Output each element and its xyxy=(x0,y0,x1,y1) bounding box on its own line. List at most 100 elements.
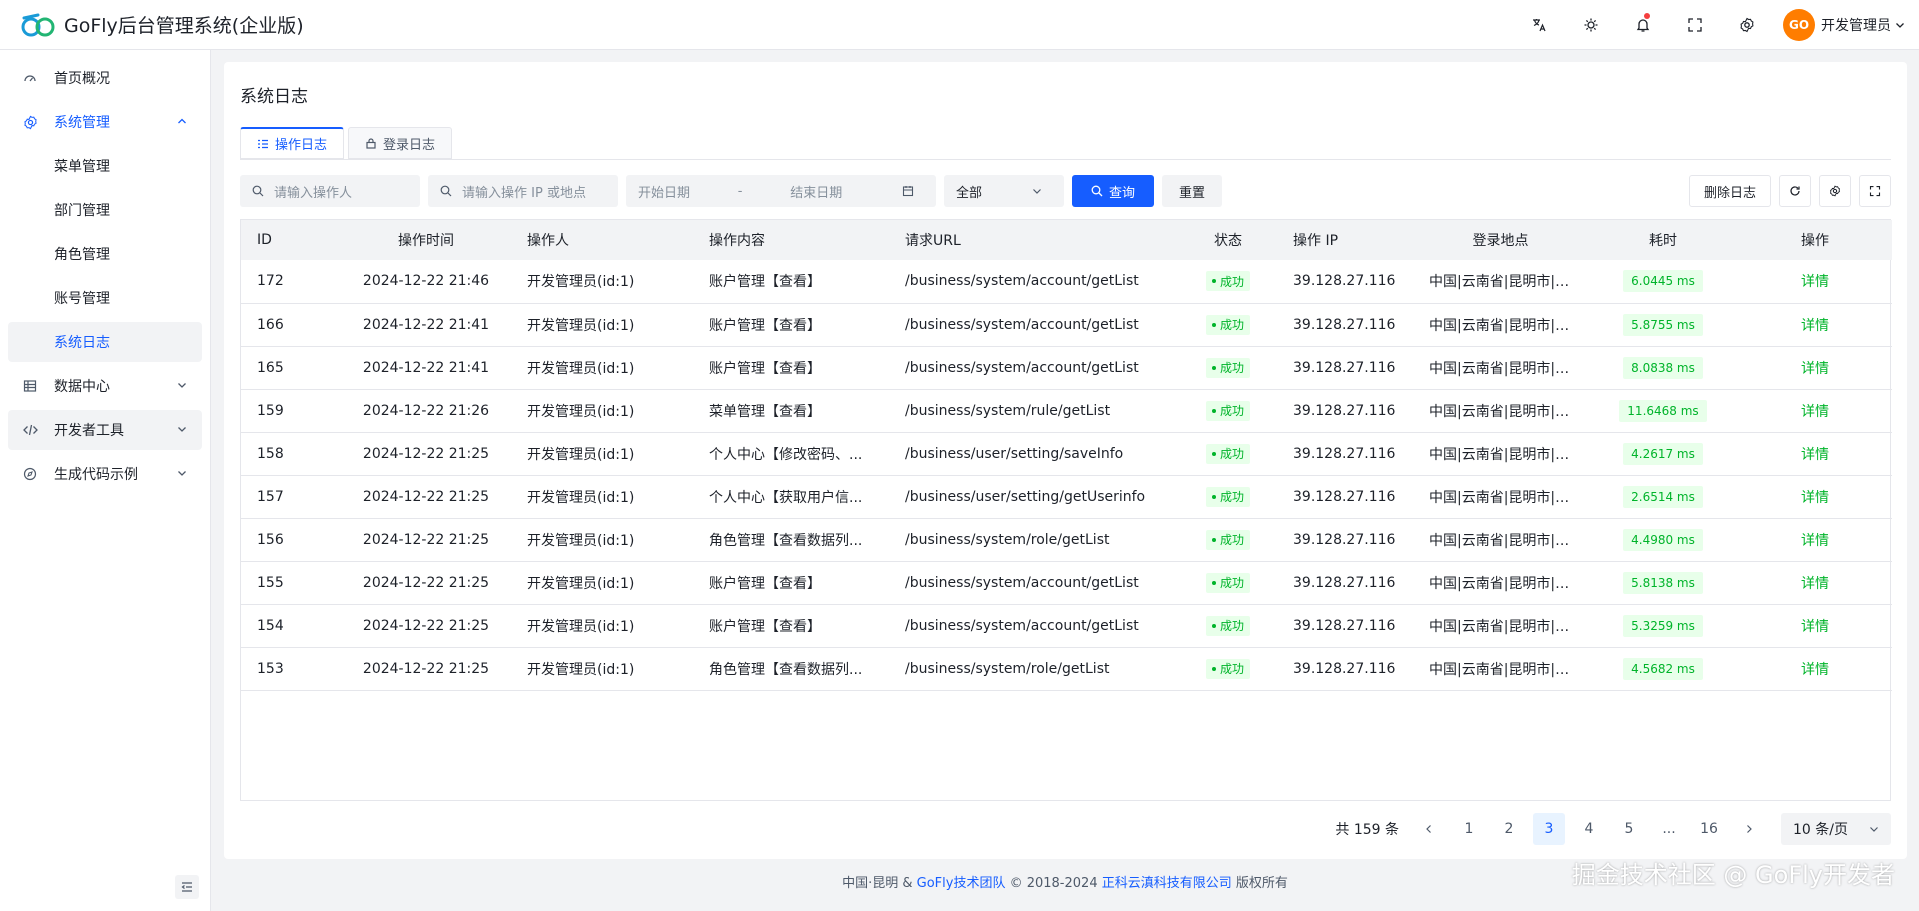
top-header: GoFly后台管理系统(企业版) GO 开发管理员 xyxy=(0,0,1919,50)
cell-ip: 39.128.27.116 xyxy=(1293,617,1396,634)
translate-icon[interactable] xyxy=(1513,0,1565,50)
detail-link[interactable]: 详情 xyxy=(1801,404,1829,420)
sidebar-collapse-button[interactable] xyxy=(175,875,199,899)
operator-search-input[interactable]: 请输入操作人 xyxy=(240,175,420,207)
cell-url: /business/system/account/getList xyxy=(905,359,1139,376)
detail-link[interactable]: 详情 xyxy=(1801,619,1829,635)
fullscreen-icon[interactable] xyxy=(1669,0,1721,50)
refresh-button[interactable] xyxy=(1779,175,1811,207)
ip-search-input[interactable]: 请输入操作 IP 或地点 xyxy=(428,175,618,207)
footer-team-link[interactable]: GoFly技术团队 xyxy=(917,876,1006,891)
page-5[interactable]: 5 xyxy=(1613,813,1645,845)
cell-action: 详情 xyxy=(1738,260,1892,303)
status-badge: 成功 xyxy=(1205,443,1250,464)
page-size-select[interactable]: 10 条/页 xyxy=(1781,813,1891,845)
detail-link[interactable]: 详情 xyxy=(1801,274,1829,290)
status-text: 成功 xyxy=(1219,619,1244,633)
cell-time: 2024-12-22 21:25 xyxy=(362,531,490,548)
table-tools: 删除日志 xyxy=(1688,175,1891,207)
cell-id: 156 xyxy=(257,531,284,548)
cost-tag: 5.3259 ms xyxy=(1623,614,1703,637)
search-button[interactable]: 查询 xyxy=(1072,175,1154,207)
sidebar-item-data-center[interactable]: 数据中心 xyxy=(8,366,202,406)
column-header[interactable]: 操作 xyxy=(1738,220,1892,260)
column-settings-button[interactable] xyxy=(1819,175,1851,207)
sidebar-item-system-log[interactable]: 系统日志 xyxy=(8,322,202,362)
cell-action: 详情 xyxy=(1738,303,1892,346)
search-icon xyxy=(440,185,452,197)
page-ellipsis[interactable]: ... xyxy=(1653,813,1685,845)
app-logo[interactable]: GoFly后台管理系统(企业版) xyxy=(20,10,304,40)
detail-link[interactable]: 详情 xyxy=(1801,361,1829,377)
table-header-row: ID 操作时间 操作人 操作内容 请求URL 状态 操作 IP 登录地点 耗时 … xyxy=(241,220,1892,260)
status-dot xyxy=(1211,365,1216,370)
prev-page-button[interactable] xyxy=(1413,813,1445,845)
page-title: 系统日志 xyxy=(240,87,308,107)
cell-ip: 39.128.27.116 xyxy=(1293,359,1396,376)
detail-link[interactable]: 详情 xyxy=(1801,490,1829,506)
status-badge: 成功 xyxy=(1205,357,1250,378)
tab-operation-log[interactable]: 操作日志 xyxy=(240,127,345,159)
column-header[interactable]: 请求URL xyxy=(889,220,1179,260)
chevron-down-icon xyxy=(178,383,186,388)
bell-icon[interactable] xyxy=(1617,0,1669,50)
cell-status: 成功 xyxy=(1179,389,1277,432)
sidebar-item-role[interactable]: 角色管理 xyxy=(8,234,202,274)
status-select[interactable]: 全部 xyxy=(944,175,1064,207)
cell-cost: 4.4980 ms xyxy=(1588,518,1738,561)
sidebar-item-account[interactable]: 账号管理 xyxy=(8,278,202,318)
column-header[interactable]: 操作内容 xyxy=(693,220,889,260)
sidebar-item-codegen[interactable]: 生成代码示例 xyxy=(8,454,202,494)
cell-url: /business/system/role/getList xyxy=(905,660,1110,677)
cell-cost: 4.5682 ms xyxy=(1588,647,1738,690)
next-page-button[interactable] xyxy=(1733,813,1765,845)
date-range-picker[interactable]: 开始日期 - 结束日期 xyxy=(626,175,936,207)
sidebar-item-home[interactable]: 首页概况 xyxy=(8,58,202,98)
page-2[interactable]: 2 xyxy=(1493,813,1525,845)
cell-content: 账户管理【查看】 xyxy=(709,317,821,334)
cell-content: 个人中心【获取用户信... xyxy=(709,489,863,506)
footer-copyright: © 2018-2024 xyxy=(1009,876,1098,891)
detail-link[interactable]: 详情 xyxy=(1801,318,1829,334)
page-3-current[interactable]: 3 xyxy=(1533,813,1565,845)
sidebar-item-department[interactable]: 部门管理 xyxy=(8,190,202,230)
cell-time: 2024-12-22 21:25 xyxy=(362,617,490,634)
column-header[interactable]: 操作时间 xyxy=(341,220,511,260)
detail-link[interactable]: 详情 xyxy=(1801,533,1829,549)
status-text: 成功 xyxy=(1219,447,1244,461)
theme-icon[interactable] xyxy=(1565,0,1617,50)
column-header[interactable]: 操作人 xyxy=(511,220,693,260)
cell-action: 详情 xyxy=(1738,561,1892,604)
end-date-placeholder: 结束日期 xyxy=(790,185,843,201)
cost-tag: 4.4980 ms xyxy=(1623,528,1703,551)
cell-time: 2024-12-22 21:25 xyxy=(362,574,490,591)
page-1[interactable]: 1 xyxy=(1453,813,1485,845)
table-row: 172 2024-12-22 21:46 开发管理员(id:1) 账户管理【查看】 /b… xyxy=(241,260,1892,303)
refresh-icon xyxy=(1790,186,1800,196)
footer-company-link[interactable]: 正科云滇科技有限公司 xyxy=(1102,876,1232,891)
settings-icon[interactable] xyxy=(1721,0,1773,50)
column-header[interactable]: 状态 xyxy=(1179,220,1277,260)
sidebar-item-system[interactable]: 系统管理 xyxy=(8,102,202,142)
detail-link[interactable]: 详情 xyxy=(1801,447,1829,463)
detail-link[interactable]: 详情 xyxy=(1801,576,1829,592)
column-header[interactable]: ID xyxy=(241,220,341,260)
page-4[interactable]: 4 xyxy=(1573,813,1605,845)
delete-log-button[interactable]: 删除日志 xyxy=(1688,175,1771,207)
table-row: 156 2024-12-22 21:25 开发管理员(id:1) 角色管理【查看数据列… xyxy=(241,518,1892,561)
column-header[interactable]: 登录地点 xyxy=(1413,220,1588,260)
calendar-icon xyxy=(902,186,914,197)
column-header[interactable]: 耗时 xyxy=(1588,220,1738,260)
sidebar-item-menu[interactable]: 菜单管理 xyxy=(8,146,202,186)
page-16[interactable]: 16 xyxy=(1693,813,1725,845)
column-header[interactable]: 操作 IP xyxy=(1277,220,1413,260)
user-menu[interactable]: GO 开发管理员 xyxy=(1783,9,1905,41)
table-fullscreen-button[interactable] xyxy=(1859,175,1891,207)
log-tabs: 操作日志 登录日志 xyxy=(240,127,456,159)
reset-button[interactable]: 重置 xyxy=(1162,175,1222,207)
status-text: 成功 xyxy=(1219,490,1244,504)
detail-link[interactable]: 详情 xyxy=(1801,662,1829,678)
cell-cost: 5.8138 ms xyxy=(1588,561,1738,604)
sidebar-item-dev-tools[interactable]: 开发者工具 xyxy=(8,410,202,450)
tab-login-log[interactable]: 登录日志 xyxy=(348,127,453,159)
